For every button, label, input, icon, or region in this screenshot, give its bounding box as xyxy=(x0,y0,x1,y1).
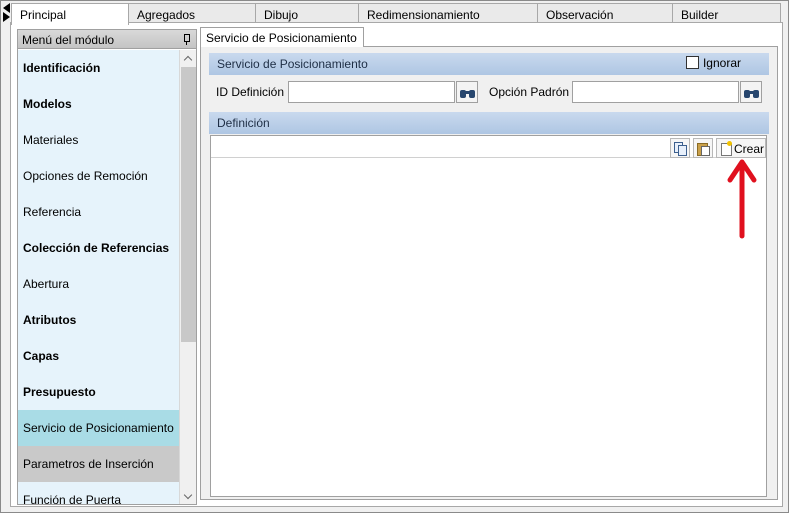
binoculars-icon xyxy=(744,87,759,98)
definicion-title: Definición xyxy=(217,116,270,130)
sidebar-item-parametros-de-insercion[interactable]: Parametros de Inserción xyxy=(18,446,179,482)
ignore-option[interactable]: Ignorar xyxy=(685,56,741,70)
sidebar-item-referencia[interactable]: Referencia xyxy=(18,194,179,230)
triangle-right-icon[interactable] xyxy=(3,12,10,22)
ignore-checkbox[interactable] xyxy=(685,56,699,69)
copy-icon xyxy=(674,142,687,156)
scrollbar-thumb[interactable] xyxy=(181,67,196,342)
tab-observacion[interactable]: Observación xyxy=(537,3,673,24)
sidebar-item-modelos[interactable]: Modelos xyxy=(18,86,179,122)
top-tab-bar: Principal Agregados Dibujo Redimensionam… xyxy=(11,3,781,25)
tab-redimensionamiento[interactable]: Redimensionamiento xyxy=(358,3,538,24)
definition-list[interactable]: Crear xyxy=(210,135,767,497)
sidebar-item-funcion-de-puerta[interactable]: Función de Puerta xyxy=(18,482,179,504)
definition-toolbar: Crear xyxy=(211,136,766,158)
sidebar-item-opciones-de-remocion[interactable]: Opciones de Remoción xyxy=(18,158,179,194)
chevron-down-icon[interactable] xyxy=(184,493,192,501)
tab-principal[interactable]: Principal xyxy=(11,3,129,25)
sidebar-item-coleccion-de-referencias[interactable]: Colección de Referencias xyxy=(18,230,179,266)
tab-builder[interactable]: Builder xyxy=(672,3,781,24)
opcion-padron-search-button[interactable] xyxy=(740,81,762,103)
opcion-padron-label: Opción Padrón xyxy=(489,85,570,99)
sidebar-item-abertura[interactable]: Abertura xyxy=(18,266,179,302)
pin-icon[interactable] xyxy=(182,34,190,45)
section-title: Servicio de Posicionamiento xyxy=(217,57,368,71)
tab-scroll-arrows[interactable] xyxy=(3,3,11,22)
sidebar-item-capas[interactable]: Capas xyxy=(18,338,179,374)
module-menu: Menú del módulo Identificación Modelos M… xyxy=(17,29,197,505)
id-definicion-field[interactable] xyxy=(288,81,455,103)
sidebar-item-presupuesto[interactable]: Presupuesto xyxy=(18,374,179,410)
tab-dibujo[interactable]: Dibujo xyxy=(255,3,359,24)
section-header-servicio: Servicio de Posicionamiento Ignorar xyxy=(209,53,769,75)
paste-icon xyxy=(697,142,710,156)
copy-button[interactable] xyxy=(670,138,690,158)
sidebar-item-atributos[interactable]: Atributos xyxy=(18,302,179,338)
ignore-label: Ignorar xyxy=(702,56,741,70)
id-definicion-label: ID Definición xyxy=(216,85,285,99)
tab-agregados[interactable]: Agregados xyxy=(128,3,256,24)
module-menu-scrollbar[interactable] xyxy=(179,50,196,504)
module-menu-title: Menú del módulo xyxy=(22,33,115,47)
module-menu-list: Identificación Modelos Materiales Opcion… xyxy=(18,50,179,504)
paste-button[interactable] xyxy=(693,138,713,158)
module-menu-header: Menú del módulo xyxy=(18,30,196,49)
section-header-definicion: Definición xyxy=(209,112,769,134)
chevron-up-icon[interactable] xyxy=(184,55,192,63)
tab-servicio-de-posicionamiento[interactable]: Servicio de Posicionamiento xyxy=(200,27,364,47)
sidebar-item-servicio-de-posicionamiento[interactable]: Servicio de Posicionamiento xyxy=(18,410,179,446)
sidebar-item-materiales[interactable]: Materiales xyxy=(18,122,179,158)
opcion-padron-field[interactable] xyxy=(572,81,739,103)
annotation-arrow xyxy=(727,159,757,239)
id-definicion-search-button[interactable] xyxy=(456,81,478,103)
binoculars-icon xyxy=(460,87,475,98)
sidebar-item-identificacion[interactable]: Identificación xyxy=(18,50,179,86)
